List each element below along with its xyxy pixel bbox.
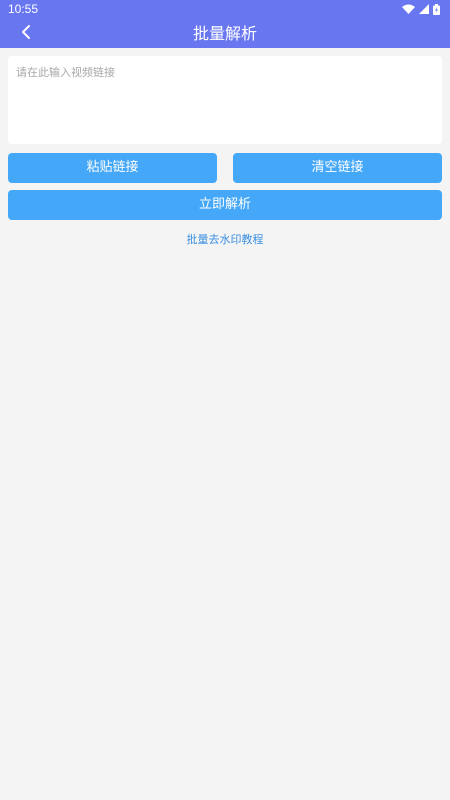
status-bar: 10:55 xyxy=(0,0,450,18)
clear-link-button[interactable]: 清空链接 xyxy=(233,153,442,183)
paste-link-button[interactable]: 粘贴链接 xyxy=(8,153,217,183)
app-bar: 批量解析 xyxy=(0,18,450,48)
link-input-card xyxy=(8,56,442,144)
status-icons xyxy=(402,3,440,15)
status-time: 10:55 xyxy=(8,2,39,16)
tutorial-link[interactable]: 批量去水印教程 xyxy=(0,232,450,248)
signal-icon xyxy=(419,4,429,14)
wifi-icon xyxy=(402,4,415,14)
battery-icon xyxy=(433,3,440,15)
parse-now-button[interactable]: 立即解析 xyxy=(8,190,442,220)
header: 10:55 批量解析 xyxy=(0,0,450,48)
video-link-input[interactable] xyxy=(8,56,442,144)
page-title: 批量解析 xyxy=(192,24,257,43)
